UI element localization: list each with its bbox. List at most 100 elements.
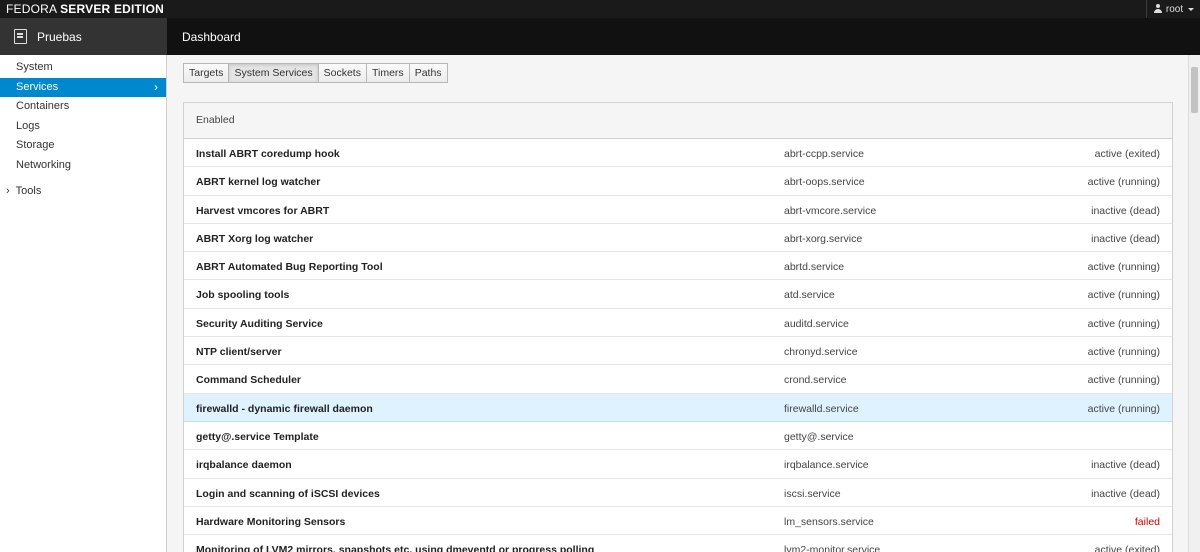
panel-header: Enabled bbox=[184, 103, 1172, 139]
service-description: Login and scanning of iSCSI devices bbox=[196, 487, 380, 500]
service-type-tabs: Targets System Services Sockets Timers P… bbox=[183, 63, 448, 83]
user-name: root bbox=[1165, 3, 1184, 15]
scrollbar-thumb[interactable] bbox=[1191, 67, 1198, 113]
table-row[interactable]: Harvest vmcores for ABRT abrt-vmcore.serv… bbox=[184, 196, 1172, 224]
sidebar-item-label: System bbox=[16, 61, 53, 73]
service-state: inactive (dead) bbox=[1091, 204, 1160, 217]
table-row[interactable]: ABRT Automated Bug Reporting Tool abrtd.s… bbox=[184, 252, 1172, 281]
table-row[interactable]: irqbalance daemon irqbalance.service inact… bbox=[184, 450, 1172, 479]
tab-targets[interactable]: Targets bbox=[183, 63, 230, 83]
service-description: Monitoring of LVM2 mirrors, snapshots et… bbox=[196, 544, 595, 552]
sidebar-item-label: Logs bbox=[16, 119, 40, 132]
table-row[interactable]: firewalld - dynamic firewall daemon firew… bbox=[184, 393, 1172, 422]
sidebar-item-label: Networking bbox=[16, 158, 72, 171]
table-row[interactable]: getty@.service Template getty@.service bbox=[184, 422, 1172, 451]
service-unit: atd.service bbox=[784, 289, 835, 302]
service-unit: abrt-xorg.service bbox=[784, 232, 863, 245]
table-row[interactable]: ABRT Xorg log watcher abrt-xorg.service in… bbox=[184, 224, 1172, 253]
brand-name-bold: SERVER EDITION bbox=[60, 2, 165, 16]
sidebar: System Services › Containers Logs Storag… bbox=[0, 55, 167, 552]
tab-paths[interactable]: Paths bbox=[408, 63, 448, 83]
service-description: Job spooling tools bbox=[196, 289, 290, 302]
sidebar-item-services[interactable]: Services › bbox=[0, 77, 166, 97]
service-unit: irqbalance.service bbox=[784, 459, 869, 472]
host-selector[interactable]: Pruebas bbox=[0, 18, 167, 55]
sidebar-item-label: Storage bbox=[16, 139, 55, 151]
tab-timers[interactable]: Timers bbox=[365, 63, 410, 83]
sidebar-item-networking[interactable]: Networking bbox=[0, 156, 166, 176]
host-name: Pruebas bbox=[37, 29, 82, 44]
sidebar-item-tools[interactable]: › Tools bbox=[0, 182, 166, 202]
service-description: Harvest vmcores for ABRT bbox=[196, 204, 330, 217]
service-unit: lm_sensors.service bbox=[784, 515, 874, 528]
services-list: Install ABRT coredump hook abrt-ccpp.serv… bbox=[184, 139, 1172, 552]
service-state: active (running) bbox=[1087, 374, 1160, 387]
table-row[interactable]: ABRT kernel log watcher abrt-oops.service… bbox=[184, 167, 1172, 196]
service-state: inactive (dead) bbox=[1091, 232, 1160, 245]
sidebar-item-label: Tools bbox=[15, 185, 42, 197]
service-description: Hardware Monitoring Sensors bbox=[196, 515, 346, 528]
tab-sockets[interactable]: Sockets bbox=[317, 63, 367, 83]
service-unit: crond.service bbox=[784, 374, 847, 387]
sidebar-item-label: Containers bbox=[16, 100, 70, 112]
sidebar-item-system[interactable]: System bbox=[0, 58, 166, 78]
table-row[interactable]: Monitoring of LVM2 mirrors, snapshots et… bbox=[184, 535, 1172, 552]
main-content: Targets System Services Sockets Timers P… bbox=[167, 55, 1200, 552]
breadcrumb: Dashboard bbox=[167, 18, 1200, 55]
service-state: active (running) bbox=[1087, 176, 1160, 189]
service-state: inactive (dead) bbox=[1091, 459, 1160, 472]
service-unit: iscsi.service bbox=[784, 487, 841, 500]
sidebar-item-logs[interactable]: Logs bbox=[0, 117, 166, 137]
brand-name-light: FEDORA bbox=[6, 2, 57, 16]
service-unit: auditd.service bbox=[784, 317, 849, 330]
table-row[interactable]: NTP client/server chronyd.service active (… bbox=[184, 337, 1172, 366]
table-row[interactable]: Job spooling tools atd.service active (run… bbox=[184, 280, 1172, 309]
service-state: active (running) bbox=[1087, 402, 1160, 415]
service-description: ABRT Xorg log watcher bbox=[196, 232, 314, 245]
service-description: ABRT kernel log watcher bbox=[196, 176, 321, 189]
service-state: failed bbox=[1134, 515, 1160, 528]
top-bar: FEDORA SERVER EDITION root bbox=[0, 0, 1200, 18]
service-description: irqbalance daemon bbox=[196, 459, 292, 472]
tab-system-services[interactable]: System Services bbox=[228, 63, 319, 83]
service-description: NTP client/server bbox=[196, 346, 282, 359]
services-panel: Enabled Install ABRT coredump hook abrt-c… bbox=[183, 102, 1173, 552]
service-unit: getty@.service bbox=[784, 430, 854, 443]
chevron-right-icon: › bbox=[154, 79, 158, 94]
service-description: ABRT Automated Bug Reporting Tool bbox=[196, 261, 383, 274]
server-icon bbox=[14, 29, 27, 44]
table-row[interactable]: Install ABRT coredump hook abrt-ccpp.serv… bbox=[184, 139, 1172, 168]
service-state: inactive (dead) bbox=[1091, 487, 1160, 500]
service-unit: abrtd.service bbox=[784, 261, 845, 274]
sidebar-item-label: Services bbox=[16, 80, 59, 93]
service-description: Security Auditing Service bbox=[196, 317, 323, 330]
table-row[interactable]: Command Scheduler crond.service active (ru… bbox=[184, 365, 1172, 394]
scrollbar[interactable] bbox=[1188, 55, 1200, 552]
service-description: Command Scheduler bbox=[196, 374, 302, 387]
table-row[interactable]: Hardware Monitoring Sensors lm_sensors.se… bbox=[184, 507, 1172, 536]
service-description: getty@.service Template bbox=[196, 430, 319, 443]
dashboard-link[interactable]: Dashboard bbox=[182, 30, 241, 44]
chevron-down-icon bbox=[1188, 7, 1195, 11]
service-unit: firewalld.service bbox=[784, 402, 859, 415]
service-state: active (running) bbox=[1087, 346, 1160, 359]
chevron-right-icon: › bbox=[6, 185, 10, 197]
sidebar-item-storage[interactable]: Storage bbox=[0, 136, 166, 156]
user-menu[interactable]: root bbox=[1146, 0, 1200, 18]
user-icon bbox=[1153, 4, 1163, 14]
service-unit: chronyd.service bbox=[784, 346, 858, 359]
service-unit: abrt-oops.service bbox=[784, 176, 865, 189]
brand-logo: FEDORA SERVER EDITION bbox=[6, 2, 164, 16]
service-state: active (exited) bbox=[1094, 148, 1160, 160]
service-state: active (running) bbox=[1087, 289, 1160, 302]
service-description: Install ABRT coredump hook bbox=[196, 148, 340, 160]
service-unit: abrt-ccpp.service bbox=[784, 148, 864, 160]
sidebar-item-containers[interactable]: Containers bbox=[0, 97, 166, 117]
service-unit: lvm2-monitor.service bbox=[784, 544, 881, 552]
service-description: firewalld - dynamic firewall daemon bbox=[196, 402, 373, 415]
service-state: active (exited) bbox=[1094, 544, 1160, 552]
table-row[interactable]: Login and scanning of iSCSI devices iscsi… bbox=[184, 479, 1172, 507]
table-row[interactable]: Security Auditing Service auditd.service a… bbox=[184, 309, 1172, 338]
service-state: active (running) bbox=[1087, 317, 1160, 330]
service-unit: abrt-vmcore.service bbox=[784, 204, 877, 217]
